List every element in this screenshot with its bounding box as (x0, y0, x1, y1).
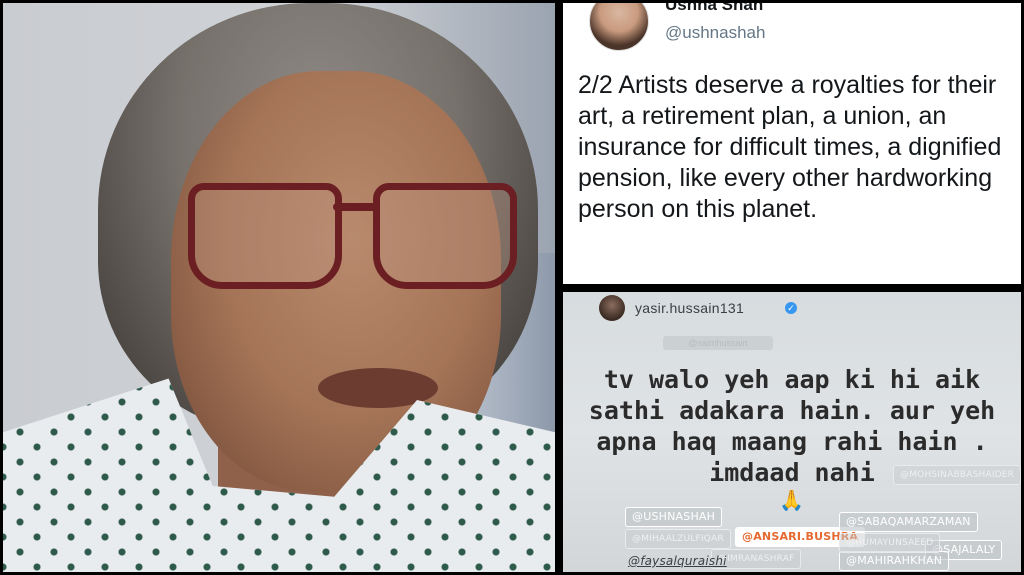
glasses-bridge (333, 203, 377, 211)
praying-hands-icon: 🙏 (779, 490, 804, 512)
tweet-text: 2/2 Artists deserve a royalties for thei… (578, 71, 1002, 223)
tweet-handle[interactable]: @ushnashah (665, 23, 765, 43)
mention-tag-humayun[interactable]: @HUMAYUNSAEED (839, 533, 941, 553)
tweet-avatar[interactable] (589, 3, 649, 51)
story-avatar[interactable] (599, 295, 625, 321)
verified-badge-icon: ✓ (785, 302, 797, 314)
mention-tag-mahira[interactable]: @MAHIRAHKHAN (839, 551, 950, 571)
mention-tag-faysal[interactable]: @faysalquraishi (621, 551, 734, 571)
mention-tag-mihaal[interactable]: @MIHAALZULFIQAR (625, 529, 731, 549)
mention-tag-mohsinabbas[interactable]: @MOHSINABBASHAIDER (893, 465, 1021, 485)
tweet-card: Ushna Shah @ushnashah 2/2 Artists deserv… (563, 3, 1021, 284)
woman-portrait-photo (3, 3, 555, 572)
tweet-display-name[interactable]: Ushna Shah (665, 3, 763, 15)
story-username[interactable]: yasir.hussain131 (635, 300, 744, 316)
mention-tag-ushnashah[interactable]: @USHNASHAH (625, 507, 723, 527)
mention-tag-sabaqamar[interactable]: @SABAQAMARZAMAN (839, 512, 978, 532)
glasses-right-lens (373, 183, 517, 289)
instagram-story: yasir.hussain131 ✓ @saimhussain tv walo … (563, 292, 1021, 572)
story-faint-mention[interactable]: @saimhussain (663, 336, 773, 350)
glasses-left-lens (188, 183, 342, 289)
